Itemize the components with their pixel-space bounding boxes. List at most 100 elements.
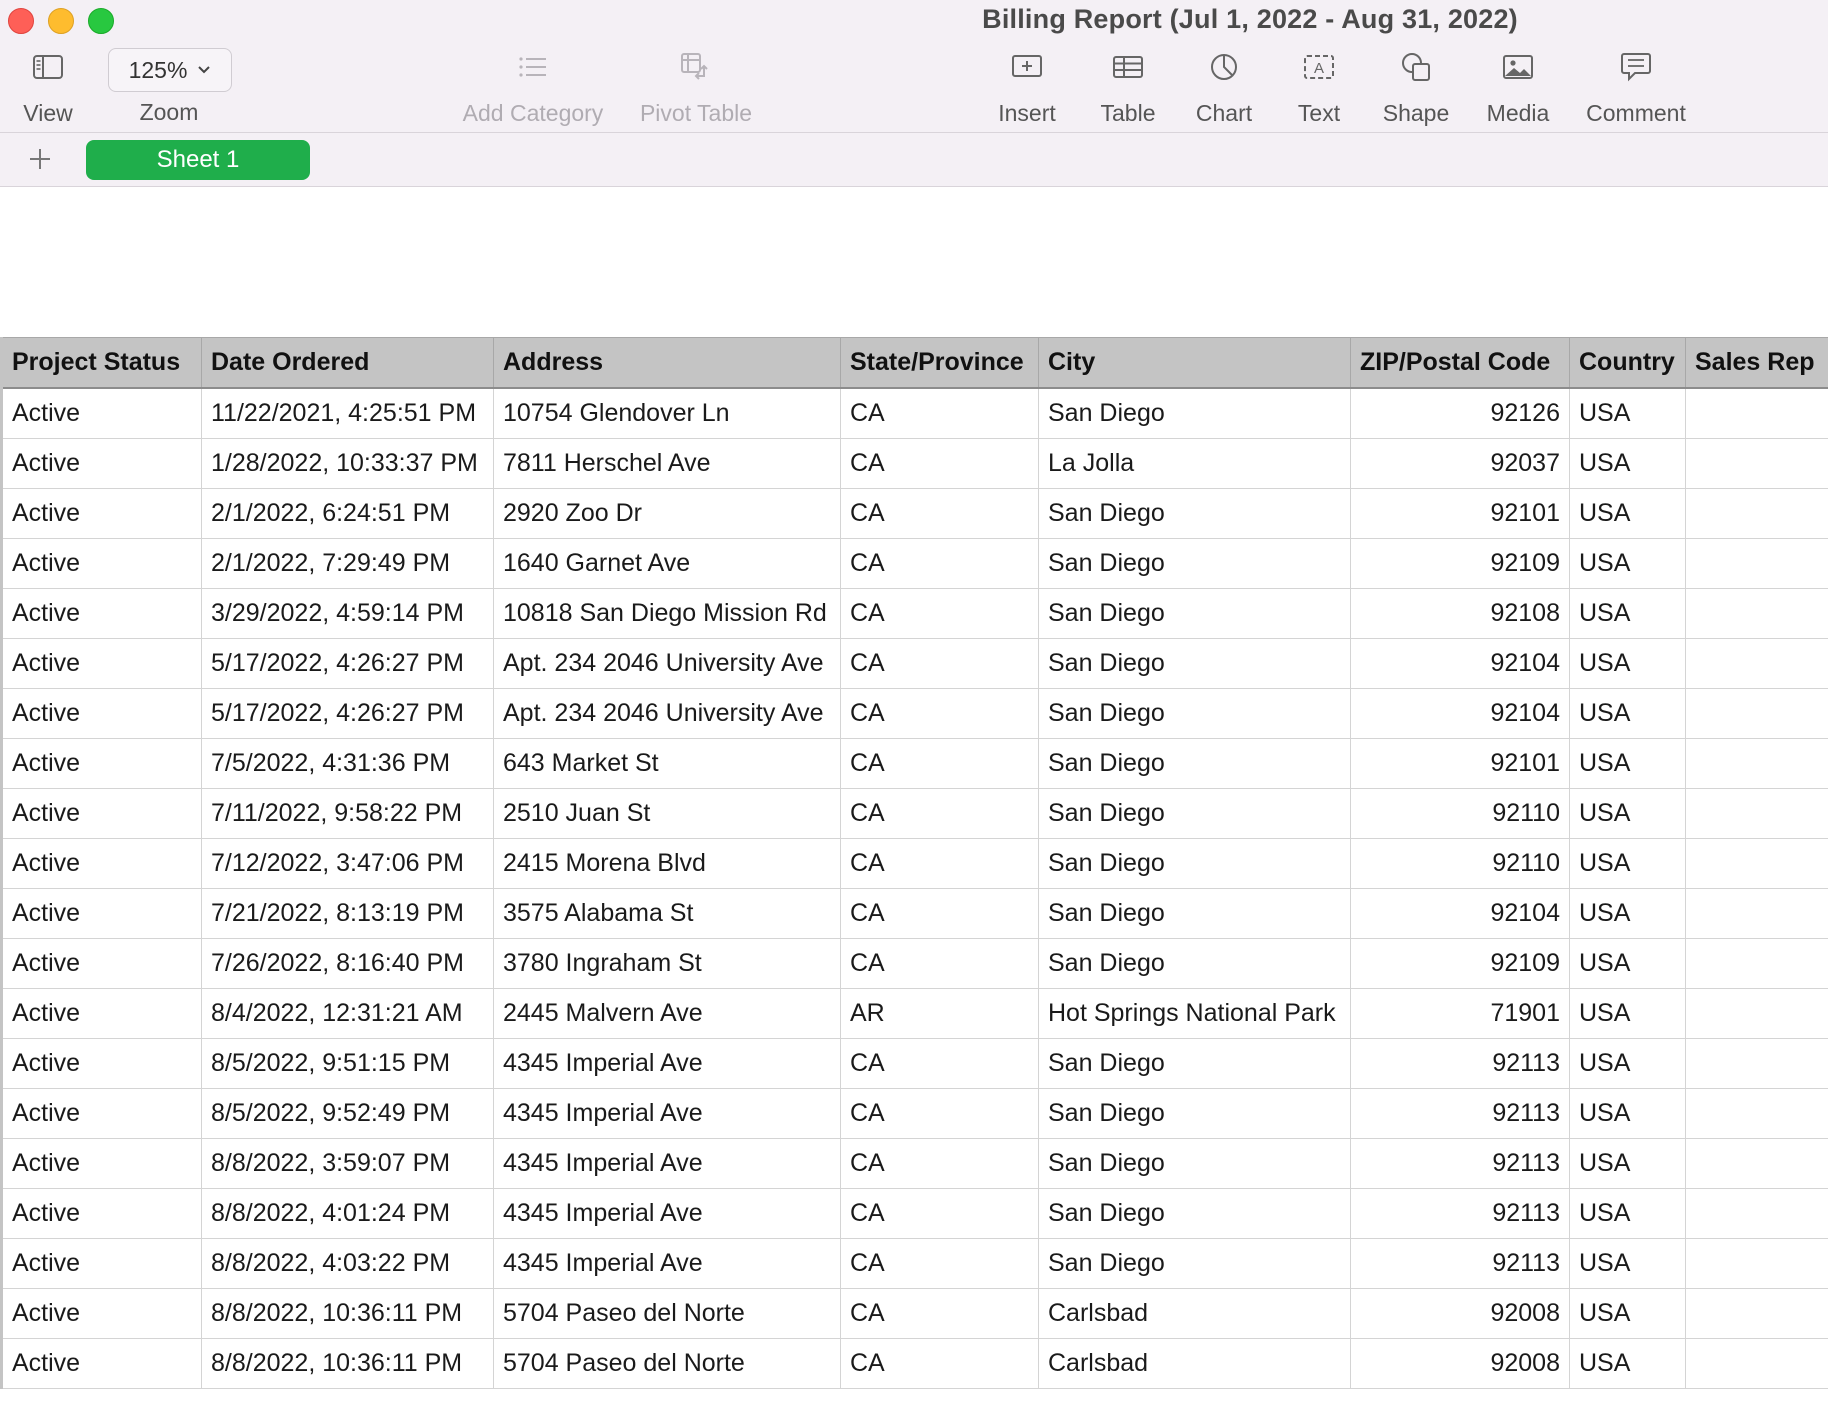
date-ordered-cell[interactable]: 8/8/2022, 10:36:11 PM [201, 1338, 494, 1389]
zip-cell[interactable]: 92104 [1350, 638, 1570, 689]
table-button[interactable]: Table [1090, 44, 1166, 127]
sales-rep-cell[interactable] [1685, 938, 1828, 989]
city-cell[interactable]: San Diego [1038, 938, 1351, 989]
city-cell[interactable]: San Diego [1038, 638, 1351, 689]
date-ordered-cell[interactable]: 2/1/2022, 6:24:51 PM [201, 488, 494, 539]
sales-rep-cell[interactable] [1685, 988, 1828, 1039]
column-header[interactable]: Sales Rep [1685, 337, 1828, 389]
project-status-cell[interactable]: Active [0, 1288, 202, 1339]
city-cell[interactable]: San Diego [1038, 1038, 1351, 1089]
media-button[interactable]: Media [1480, 44, 1556, 127]
address-cell[interactable]: 2445 Malvern Ave [493, 988, 841, 1039]
project-status-cell[interactable]: Active [0, 638, 202, 689]
city-cell[interactable]: San Diego [1038, 888, 1351, 939]
project-status-cell[interactable]: Active [0, 1338, 202, 1389]
state-cell[interactable]: CA [840, 1188, 1039, 1239]
zip-cell[interactable]: 92110 [1350, 838, 1570, 889]
zip-cell[interactable]: 92126 [1350, 387, 1570, 439]
address-cell[interactable]: 643 Market St [493, 738, 841, 789]
state-cell[interactable]: CA [840, 438, 1039, 489]
column-header[interactable]: City [1038, 337, 1351, 389]
date-ordered-cell[interactable]: 7/26/2022, 8:16:40 PM [201, 938, 494, 989]
city-cell[interactable]: San Diego [1038, 538, 1351, 589]
city-cell[interactable]: Hot Springs National Park [1038, 988, 1351, 1039]
country-cell[interactable]: USA [1569, 387, 1686, 439]
address-cell[interactable]: 3780 Ingraham St [493, 938, 841, 989]
country-cell[interactable]: USA [1569, 438, 1686, 489]
country-cell[interactable]: USA [1569, 738, 1686, 789]
country-cell[interactable]: USA [1569, 638, 1686, 689]
project-status-cell[interactable]: Active [0, 1138, 202, 1189]
state-cell[interactable]: CA [840, 838, 1039, 889]
view-button[interactable]: View [16, 44, 80, 127]
zip-cell[interactable]: 92109 [1350, 538, 1570, 589]
state-cell[interactable]: CA [840, 1288, 1039, 1339]
project-status-cell[interactable]: Active [0, 788, 202, 839]
project-status-cell[interactable]: Active [0, 688, 202, 739]
address-cell[interactable]: 4345 Imperial Ave [493, 1088, 841, 1139]
country-cell[interactable]: USA [1569, 1088, 1686, 1139]
date-ordered-cell[interactable]: 8/8/2022, 4:03:22 PM [201, 1238, 494, 1289]
country-cell[interactable]: USA [1569, 1338, 1686, 1389]
date-ordered-cell[interactable]: 7/11/2022, 9:58:22 PM [201, 788, 494, 839]
sales-rep-cell[interactable] [1685, 438, 1828, 489]
zip-cell[interactable]: 92008 [1350, 1338, 1570, 1389]
zip-cell[interactable]: 92110 [1350, 788, 1570, 839]
column-header[interactable]: ZIP/Postal Code [1350, 337, 1570, 389]
state-cell[interactable]: CA [840, 688, 1039, 739]
address-cell[interactable]: 3575 Alabama St [493, 888, 841, 939]
state-cell[interactable]: CA [840, 1338, 1039, 1389]
state-cell[interactable]: CA [840, 738, 1039, 789]
address-cell[interactable]: 4345 Imperial Ave [493, 1138, 841, 1189]
state-cell[interactable]: CA [840, 538, 1039, 589]
zip-cell[interactable]: 71901 [1350, 988, 1570, 1039]
date-ordered-cell[interactable]: 7/12/2022, 3:47:06 PM [201, 838, 494, 889]
state-cell[interactable]: CA [840, 788, 1039, 839]
pivot-table-button[interactable]: Pivot Table [636, 44, 756, 127]
date-ordered-cell[interactable]: 8/5/2022, 9:51:15 PM [201, 1038, 494, 1089]
zoom-select[interactable]: 125% [108, 48, 232, 92]
column-header[interactable]: Country [1569, 337, 1686, 389]
sales-rep-cell[interactable] [1685, 588, 1828, 639]
country-cell[interactable]: USA [1569, 688, 1686, 739]
country-cell[interactable]: USA [1569, 1288, 1686, 1339]
zip-cell[interactable]: 92104 [1350, 688, 1570, 739]
state-cell[interactable]: CA [840, 888, 1039, 939]
zoom-window-button[interactable] [88, 8, 114, 34]
zip-cell[interactable]: 92113 [1350, 1138, 1570, 1189]
country-cell[interactable]: USA [1569, 488, 1686, 539]
add-category-button[interactable]: Add Category [458, 44, 608, 127]
country-cell[interactable]: USA [1569, 988, 1686, 1039]
address-cell[interactable]: 7811 Herschel Ave [493, 438, 841, 489]
close-window-button[interactable] [8, 8, 34, 34]
state-cell[interactable]: CA [840, 1038, 1039, 1089]
state-cell[interactable]: AR [840, 988, 1039, 1039]
country-cell[interactable]: USA [1569, 1138, 1686, 1189]
sales-rep-cell[interactable] [1685, 1288, 1828, 1339]
city-cell[interactable]: San Diego [1038, 488, 1351, 539]
column-header[interactable]: Address [493, 337, 841, 389]
city-cell[interactable]: San Diego [1038, 1238, 1351, 1289]
state-cell[interactable]: CA [840, 387, 1039, 439]
address-cell[interactable]: 1640 Garnet Ave [493, 538, 841, 589]
state-cell[interactable]: CA [840, 1238, 1039, 1289]
address-cell[interactable]: 10754 Glendover Ln [493, 387, 841, 439]
city-cell[interactable]: San Diego [1038, 738, 1351, 789]
zip-cell[interactable]: 92113 [1350, 1038, 1570, 1089]
state-cell[interactable]: CA [840, 1088, 1039, 1139]
state-cell[interactable]: CA [840, 488, 1039, 539]
project-status-cell[interactable]: Active [0, 538, 202, 589]
sales-rep-cell[interactable] [1685, 1038, 1828, 1089]
zip-cell[interactable]: 92113 [1350, 1188, 1570, 1239]
sales-rep-cell[interactable] [1685, 1338, 1828, 1389]
comment-button[interactable]: Comment [1580, 44, 1692, 127]
city-cell[interactable]: San Diego [1038, 387, 1351, 439]
zip-cell[interactable]: 92113 [1350, 1088, 1570, 1139]
country-cell[interactable]: USA [1569, 588, 1686, 639]
project-status-cell[interactable]: Active [0, 738, 202, 789]
column-header[interactable]: Date Ordered [201, 337, 494, 389]
project-status-cell[interactable]: Active [0, 938, 202, 989]
date-ordered-cell[interactable]: 1/28/2022, 10:33:37 PM [201, 438, 494, 489]
zip-cell[interactable]: 92101 [1350, 738, 1570, 789]
city-cell[interactable]: Carlsbad [1038, 1288, 1351, 1339]
